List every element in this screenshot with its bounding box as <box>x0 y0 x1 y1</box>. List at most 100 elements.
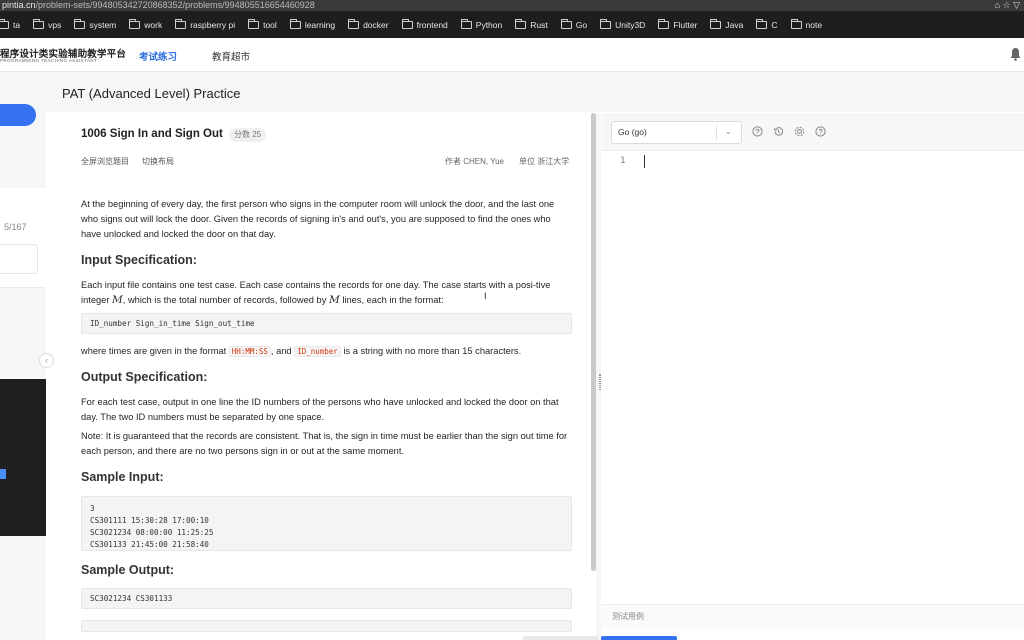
language-select[interactable]: Go (go) <box>611 121 742 144</box>
problem-unit: 单位 浙江大学 <box>519 157 570 166</box>
text-cursor-icon: I <box>484 291 487 301</box>
bookmark-folder[interactable]: tool <box>248 18 277 30</box>
format-code-block: ID_number Sign_in_time Sign_out_time <box>81 313 572 334</box>
code-editor[interactable] <box>602 113 1024 640</box>
run-button[interactable] <box>523 636 598 640</box>
bookmark-folder[interactable]: Java <box>710 18 743 30</box>
sidebar-search-input[interactable] <box>0 244 38 274</box>
bookmark-label: tool <box>263 19 277 30</box>
collapse-sidebar-button[interactable]: ‹ <box>39 353 54 368</box>
page-title: PAT (Advanced Level) Practice <box>62 86 241 101</box>
folder-icon <box>756 18 768 29</box>
text: where times are given in the format <box>81 346 229 356</box>
sample-input-heading: Sample Input: <box>81 470 164 484</box>
bookmark-label: ta <box>13 19 21 30</box>
score-badge: 分数 25 <box>229 128 267 142</box>
folder-icon <box>600 18 612 29</box>
settings-icon[interactable] <box>794 126 805 137</box>
folder-icon <box>175 18 187 29</box>
folder-icon <box>129 18 141 29</box>
nav-exam-practice[interactable]: 考试练习 <box>139 49 177 63</box>
bookmark-folder[interactable]: frontend <box>401 18 448 30</box>
folder-icon <box>790 18 802 29</box>
bookmark-label: Unity3D <box>615 19 646 30</box>
bookmark-folder[interactable]: Flutter <box>658 18 698 30</box>
bookmark-folder[interactable]: vps <box>33 18 62 30</box>
toggle-layout-link[interactable]: 切换布局 <box>142 156 174 167</box>
sample-output-code: SC3021234 CS301133 <box>81 588 572 609</box>
folder-icon <box>658 18 670 29</box>
sidebar-link-icon[interactable] <box>0 469 6 479</box>
math-var: M <box>328 294 340 306</box>
bookmark-folder[interactable]: learning <box>289 18 336 30</box>
testcase-bar[interactable] <box>602 604 1024 628</box>
testcase-label[interactable]: 测试用例 <box>612 611 644 622</box>
bookmark-folder[interactable]: docker <box>348 18 389 30</box>
bookmark-label: work <box>144 19 163 30</box>
bookmark-folder[interactable]: Go <box>560 18 588 30</box>
bookmark-folder[interactable]: system <box>74 18 117 30</box>
folder-icon <box>33 18 45 29</box>
text: , which is the total number of records, … <box>122 295 329 305</box>
folder-icon <box>0 18 9 29</box>
problem-author: 作者 CHEN, Yue <box>445 157 504 166</box>
bookmark-label: Rust <box>530 19 548 30</box>
text: lines, each in the format: <box>339 295 444 305</box>
info-icon[interactable] <box>815 126 826 137</box>
bookmark-label: note <box>805 19 823 30</box>
sidebar-dark-panel <box>0 379 46 536</box>
history-icon[interactable] <box>773 126 784 137</box>
resize-handle-icon[interactable] <box>599 374 601 390</box>
fullscreen-view-link[interactable]: 全屏浏览题目 <box>81 156 129 167</box>
bookmark-folder[interactable]: note <box>790 18 823 30</box>
bookmark-label: Python <box>475 19 503 30</box>
help-icon[interactable] <box>752 126 763 137</box>
bookmark-folder[interactable]: C <box>756 18 778 30</box>
output-spec-heading: Output Specification: <box>81 370 208 384</box>
bookmark-label: system <box>89 19 117 30</box>
bookmark-label: learning <box>304 19 336 30</box>
folder-icon <box>460 18 472 29</box>
math-var: M <box>112 294 123 306</box>
select-divider <box>716 125 717 140</box>
bookmark-folder[interactable]: ta <box>0 18 21 30</box>
bookmark-folder[interactable]: raspberry pi <box>175 18 236 30</box>
problem-count: 5/167 <box>4 222 27 232</box>
chevron-down-icon[interactable]: ⌄ <box>725 127 732 136</box>
text: is a string with no more than 15 charact… <box>340 346 522 356</box>
sidebar-primary-button[interactable] <box>0 104 36 126</box>
nav-education-market[interactable]: 教育超市 <box>212 49 250 63</box>
bell-icon[interactable] <box>1010 47 1021 61</box>
output-spec-text: For each test case, output in one line t… <box>81 397 559 422</box>
folder-icon <box>515 18 527 29</box>
folder-icon <box>74 18 86 29</box>
problem-title: 1006 Sign In and Sign Out <box>81 128 223 140</box>
url-host: pintia.cn <box>2 0 36 10</box>
bookmark-label: docker <box>363 19 389 30</box>
inline-code: HH:MM:SS <box>228 346 271 357</box>
next-code-block <box>81 620 572 632</box>
folder-icon <box>710 18 722 29</box>
bookmark-folder[interactable]: Rust <box>515 18 548 30</box>
bookmark-label: Go <box>575 19 588 30</box>
text: , and <box>270 346 295 356</box>
submit-button[interactable] <box>601 636 677 640</box>
bookmark-folder[interactable]: Unity3D <box>600 18 646 30</box>
folder-icon <box>248 18 260 29</box>
bookmark-folder[interactable]: work <box>129 18 163 30</box>
bookmark-label: raspberry pi <box>190 19 236 30</box>
folder-icon <box>401 18 413 29</box>
line-number: 1 <box>620 156 626 166</box>
bookmark-label: vps <box>48 19 62 30</box>
folder-icon <box>348 18 360 29</box>
bookmarks-bar: ta vps system work raspberry pi tool lea… <box>0 11 1024 38</box>
browser-controls: ⌂ ☆ ▽ <box>994 0 1020 10</box>
input-where-text: where times are given in the format HH:M… <box>81 344 571 359</box>
bookmark-folder[interactable]: Python <box>460 18 503 30</box>
output-note: Note: It is guaranteed that the records … <box>81 431 568 456</box>
url-path: /problem-sets/994805342720868352/problem… <box>35 0 315 10</box>
address-bar[interactable]: pintia.cn/problem-sets/99480534272086835… <box>0 0 1024 11</box>
folder-icon <box>560 18 572 29</box>
bookmark-label: frontend <box>416 19 448 30</box>
bookmark-label: Flutter <box>673 19 698 30</box>
